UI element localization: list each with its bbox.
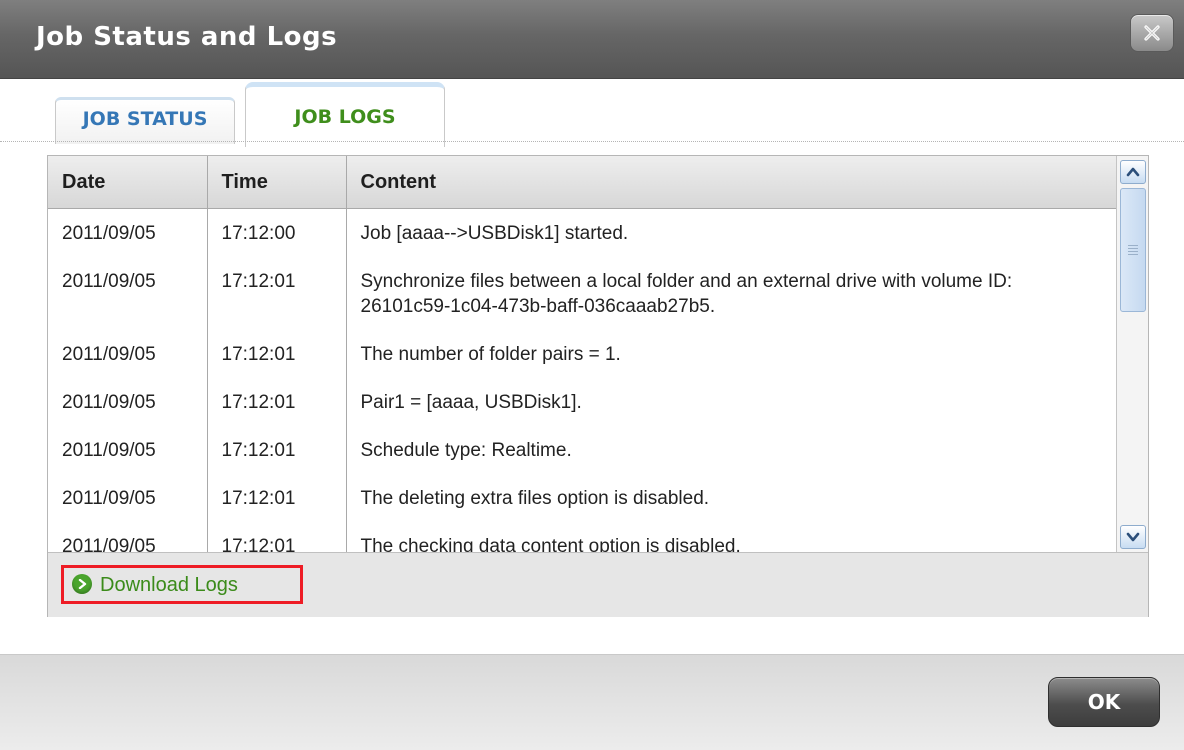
log-table: Date Time Content 2011/09/05 17:12:00 Jo… bbox=[48, 156, 1116, 552]
log-table-viewport: Date Time Content 2011/09/05 17:12:00 Jo… bbox=[48, 156, 1116, 552]
scroll-down-button[interactable] bbox=[1120, 525, 1146, 549]
tab-divider bbox=[0, 141, 1184, 142]
scroll-grip-line bbox=[1128, 245, 1138, 246]
cell-time: 17:12:01 bbox=[207, 378, 347, 426]
table-row: 2011/09/05 17:12:00 Job [aaaa-->USBDisk1… bbox=[48, 208, 1116, 257]
ok-button[interactable]: OK bbox=[1048, 677, 1160, 727]
cell-date: 2011/09/05 bbox=[48, 474, 208, 522]
cell-time: 17:12:01 bbox=[207, 522, 347, 552]
cell-date: 2011/09/05 bbox=[48, 378, 208, 426]
cell-content: Schedule type: Realtime. bbox=[360, 440, 572, 461]
job-status-logs-dialog: Job Status and Logs JOB STATUS JOB LOGS … bbox=[0, 0, 1184, 750]
table-row: 2011/09/05 17:12:01 Schedule type: Realt… bbox=[48, 426, 1116, 474]
download-logs-link[interactable]: Download Logs bbox=[61, 565, 303, 604]
scroll-grip-line bbox=[1128, 251, 1138, 252]
cell-date: 2011/09/05 bbox=[48, 330, 208, 378]
column-header-content[interactable]: Content bbox=[346, 156, 1116, 209]
arrow-right-circle-icon bbox=[72, 574, 92, 594]
cell-content: The checking data content option is disa… bbox=[360, 536, 741, 552]
table-header-row: Date Time Content bbox=[48, 156, 1116, 209]
chevron-up-icon bbox=[1126, 167, 1140, 177]
table-row: 2011/09/05 17:12:01 Synchronize files be… bbox=[48, 257, 1116, 330]
cell-date: 2011/09/05 bbox=[48, 426, 208, 474]
title-bar: Job Status and Logs bbox=[0, 0, 1184, 79]
scroll-grip-line bbox=[1128, 248, 1138, 249]
table-row: 2011/09/05 17:12:01 The checking data co… bbox=[48, 522, 1116, 552]
cell-date: 2011/09/05 bbox=[48, 257, 208, 330]
download-logs-label: Download Logs bbox=[100, 574, 238, 596]
cell-time: 17:12:01 bbox=[207, 330, 347, 378]
dialog-title: Job Status and Logs bbox=[36, 22, 338, 52]
scroll-grip-line bbox=[1128, 254, 1138, 255]
close-icon bbox=[1144, 25, 1160, 41]
tab-job-logs[interactable]: JOB LOGS bbox=[245, 82, 445, 147]
table-row: 2011/09/05 17:12:01 The number of folder… bbox=[48, 330, 1116, 378]
column-header-time[interactable]: Time bbox=[207, 156, 347, 209]
cell-content: The number of folder pairs = 1. bbox=[360, 344, 621, 365]
scroll-thumb[interactable] bbox=[1120, 188, 1146, 312]
log-scrollbar[interactable] bbox=[1116, 156, 1148, 552]
cell-time: 17:12:01 bbox=[207, 257, 347, 330]
chevron-down-icon bbox=[1126, 532, 1140, 542]
cell-time: 17:12:00 bbox=[207, 208, 347, 257]
close-button[interactable] bbox=[1130, 14, 1174, 52]
cell-date: 2011/09/05 bbox=[48, 522, 208, 552]
table-row: 2011/09/05 17:12:01 Pair1 = [aaaa, USBDi… bbox=[48, 378, 1116, 426]
cell-content: Synchronize files between a local folder… bbox=[360, 271, 1013, 317]
table-row: 2011/09/05 17:12:01 The deleting extra f… bbox=[48, 474, 1116, 522]
cell-time: 17:12:01 bbox=[207, 426, 347, 474]
cell-content: Job [aaaa-->USBDisk1] started. bbox=[360, 223, 629, 244]
job-logs-panel: Date Time Content 2011/09/05 17:12:00 Jo… bbox=[47, 155, 1149, 617]
cell-date: 2011/09/05 bbox=[48, 208, 208, 257]
cell-time: 17:12:01 bbox=[207, 474, 347, 522]
dialog-footer: OK bbox=[0, 654, 1184, 750]
column-header-date[interactable]: Date bbox=[48, 156, 208, 209]
cell-content: Pair1 = [aaaa, USBDisk1]. bbox=[360, 392, 582, 413]
cell-content: The deleting extra files option is disab… bbox=[360, 488, 710, 509]
tab-job-status[interactable]: JOB STATUS bbox=[55, 97, 235, 144]
download-bar: Download Logs bbox=[48, 552, 1148, 617]
scroll-up-button[interactable] bbox=[1120, 160, 1146, 184]
